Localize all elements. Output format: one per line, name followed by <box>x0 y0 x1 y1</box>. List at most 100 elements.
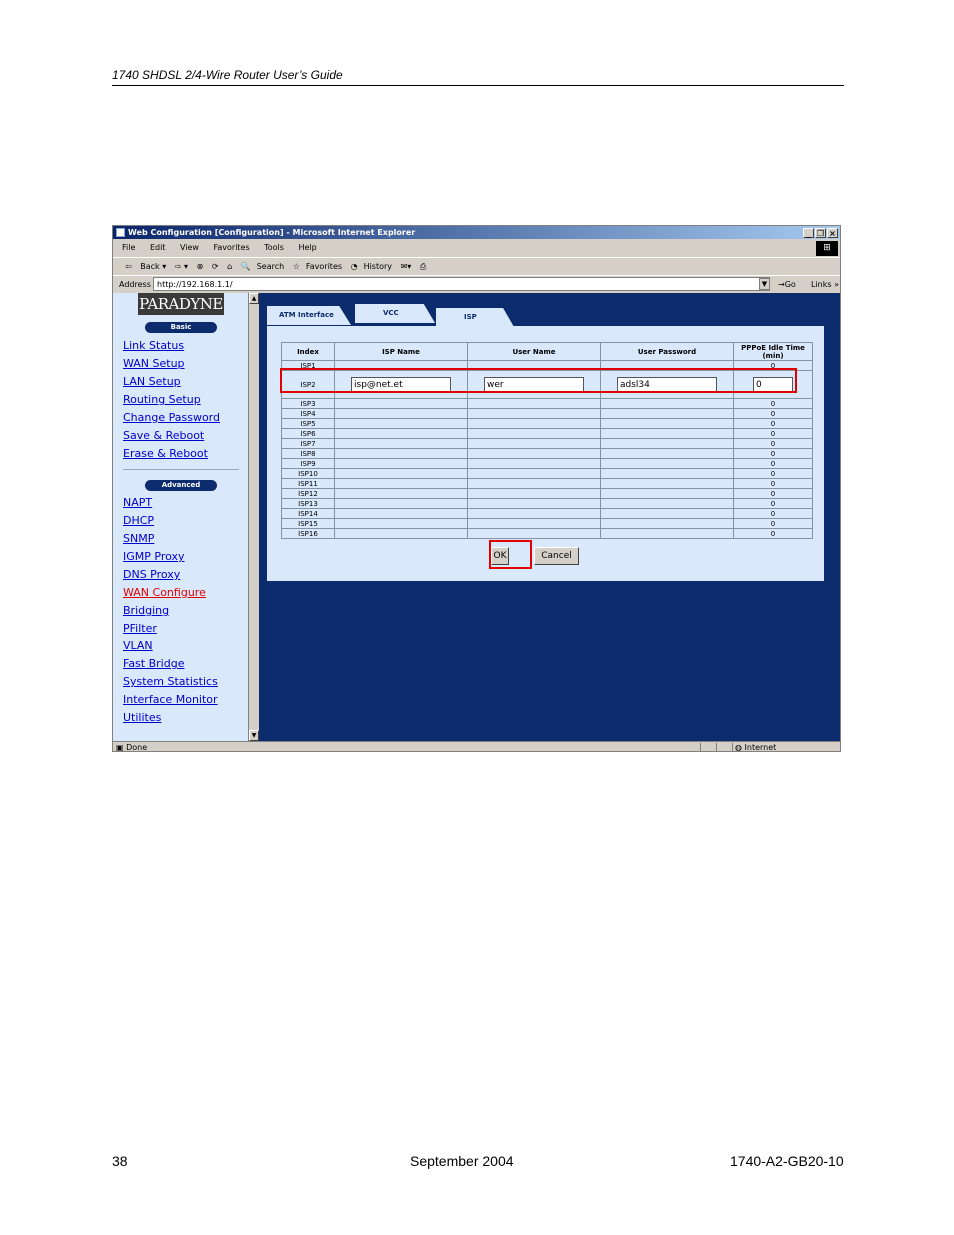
nav-snmp[interactable]: SNMP <box>123 532 154 545</box>
globe-icon: ◍ <box>735 743 742 752</box>
row-cell <box>600 408 734 419</box>
row-index: ISP10 <box>281 468 335 479</box>
address-dropdown-icon[interactable]: ▼ <box>759 278 770 290</box>
nav-erase-reboot[interactable]: Erase & Reboot <box>123 447 208 460</box>
menu-edit[interactable]: Edit <box>150 243 166 252</box>
menu-view[interactable]: View <box>180 243 199 252</box>
row-cell <box>467 438 601 449</box>
nav-igmp-proxy[interactable]: IGMP Proxy <box>123 550 185 563</box>
row-index: ISP11 <box>281 478 335 489</box>
back-button[interactable]: ⇦ Back ▾ <box>119 262 166 271</box>
sidebar: PARADYNE Basic Link Status WAN Setup LAN… <box>113 293 248 741</box>
nav-wan-configure[interactable]: WAN Configure <box>123 586 206 599</box>
row-index: ISP5 <box>281 418 335 429</box>
table-row: ISP6 0 <box>281 428 813 439</box>
links-label: Links <box>811 280 832 289</box>
table-row: ISP9 0 <box>281 458 813 469</box>
nav-save-reboot[interactable]: Save & Reboot <box>123 429 204 442</box>
footer-doc-code: 1740-A2-GB20-10 <box>730 1153 844 1169</box>
row-cell <box>467 468 601 479</box>
col-isp-name: ISP Name <box>334 342 468 361</box>
row-idle-time: 0 <box>733 398 813 409</box>
col-user-name: User Name <box>467 342 601 361</box>
tab-isp[interactable]: ISP <box>436 308 514 327</box>
refresh-icon[interactable]: ⟳ <box>212 262 219 271</box>
nav-system-statistics[interactable]: System Statistics <box>123 675 218 688</box>
nav-pfilter[interactable]: PFilter <box>123 622 157 635</box>
nav-utilites[interactable]: Utilites <box>123 711 161 724</box>
favorites-button[interactable]: ☆ Favorites <box>293 262 342 271</box>
status-text: Done <box>126 743 148 752</box>
row-index: ISP6 <box>281 428 335 439</box>
row-idle-time: 0 <box>733 528 813 539</box>
minimize-button[interactable]: _ <box>803 228 814 238</box>
row-cell <box>467 458 601 469</box>
row-cell <box>600 438 734 449</box>
table-row: ISP4 0 <box>281 408 813 419</box>
tab-atm-interface[interactable]: ATM Interface <box>267 306 351 325</box>
close-button[interactable]: × <box>827 228 838 238</box>
row-cell <box>334 498 468 509</box>
favorites-label: Favorites <box>305 262 343 271</box>
nav-bridging[interactable]: Bridging <box>123 604 169 617</box>
nav-lan-setup[interactable]: LAN Setup <box>123 375 181 388</box>
scroll-up-icon[interactable]: ▲ <box>249 293 259 304</box>
status-divider <box>700 743 701 752</box>
row-cell <box>334 438 468 449</box>
row-cell <box>600 498 734 509</box>
row-cell <box>600 398 734 409</box>
table-row: ISP12 0 <box>281 488 813 499</box>
sidebar-scrollbar[interactable]: ▲ ▼ <box>248 293 259 741</box>
row-cell <box>334 398 468 409</box>
print-icon[interactable]: ⎙ <box>420 262 426 271</box>
nav-link-status[interactable]: Link Status <box>123 339 184 352</box>
nav-wan-setup[interactable]: WAN Setup <box>123 357 185 370</box>
row-idle-time: 0 <box>733 518 813 529</box>
nav-change-password[interactable]: Change Password <box>123 411 220 424</box>
nav-routing-setup[interactable]: Routing Setup <box>123 393 201 406</box>
row-idle-time: 0 <box>733 468 813 479</box>
footer-page-number: 38 <box>112 1153 128 1169</box>
search-label: Search <box>256 262 285 271</box>
nav-fast-bridge[interactable]: Fast Bridge <box>123 657 184 670</box>
row-cell <box>600 448 734 459</box>
go-button[interactable]: →Go <box>778 276 796 293</box>
row-index: ISP13 <box>281 498 335 509</box>
row-idle-time: 0 <box>733 508 813 519</box>
menu-tools[interactable]: Tools <box>264 243 284 252</box>
home-icon[interactable]: ⌂ <box>227 262 232 271</box>
row-index: ISP8 <box>281 448 335 459</box>
links-button[interactable]: Links » <box>811 276 839 293</box>
nav-interface-monitor[interactable]: Interface Monitor <box>123 693 218 706</box>
menu-file[interactable]: File <box>122 243 135 252</box>
table-row: ISP5 0 <box>281 418 813 429</box>
mail-icon[interactable]: ✉▾ <box>401 262 412 271</box>
nav-napt[interactable]: NAPT <box>123 496 152 509</box>
menu-help[interactable]: Help <box>298 243 316 252</box>
table-row: ISP13 0 <box>281 498 813 509</box>
address-input[interactable]: http://192.168.1.1/ <box>153 277 770 291</box>
history-button[interactable]: ◔ History <box>351 262 392 271</box>
row-cell <box>467 428 601 439</box>
tab-vcc[interactable]: VCC <box>355 304 435 323</box>
search-button[interactable]: 🔍 Search <box>241 262 284 271</box>
nav-dns-proxy[interactable]: DNS Proxy <box>123 568 180 581</box>
row-cell <box>467 418 601 429</box>
stop-icon[interactable]: ⊗ <box>197 262 204 271</box>
back-arrow-icon: ⇦ <box>125 262 132 271</box>
paradyne-logo: PARADYNE <box>138 293 224 315</box>
nav-dhcp[interactable]: DHCP <box>123 514 154 527</box>
row-cell <box>467 528 601 539</box>
scroll-down-icon[interactable]: ▼ <box>249 730 259 741</box>
table-row: ISP3 0 <box>281 398 813 409</box>
cancel-button[interactable]: Cancel <box>534 547 579 565</box>
forward-button[interactable]: ⇨ ▾ <box>175 262 188 271</box>
status-done: ▣ Done <box>116 742 147 753</box>
menu-favorites[interactable]: Favorites <box>214 243 250 252</box>
toolbar: ⇦ Back ▾ ⇨ ▾ ⊗ ⟳ ⌂ 🔍 Search ☆ Favorites ◔ H… <box>113 257 840 276</box>
table-row: ISP15 0 <box>281 518 813 529</box>
restore-button[interactable]: ❐ <box>815 228 826 238</box>
row-cell <box>600 428 734 439</box>
nav-vlan[interactable]: VLAN <box>123 639 153 652</box>
row-cell <box>334 418 468 429</box>
